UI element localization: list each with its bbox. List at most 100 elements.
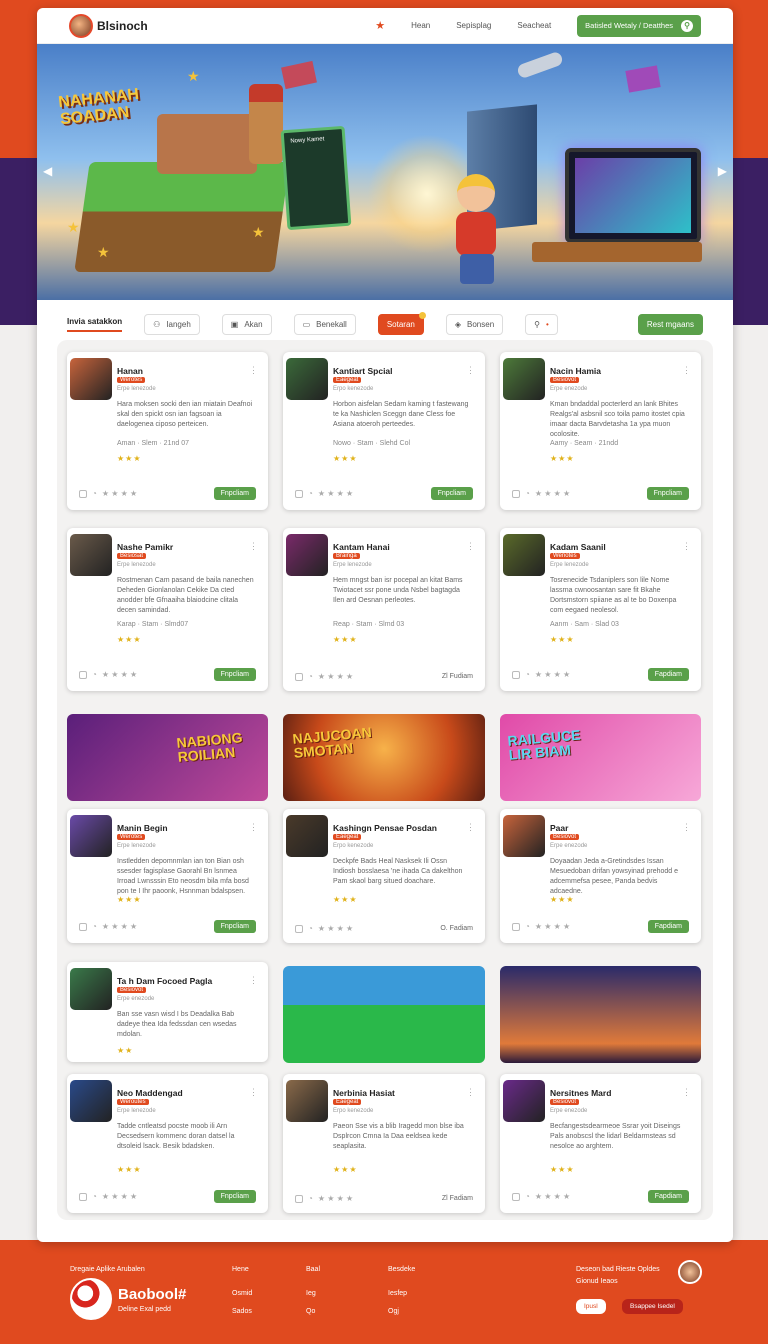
rating-stars-icon[interactable]: ★ ★ ★ ★	[318, 924, 353, 933]
header-cta-button[interactable]: Batisled Wetaly / Deatthes ⚲	[577, 14, 701, 37]
more-icon[interactable]: ⋮	[682, 1087, 691, 1098]
checkbox-icon[interactable]	[79, 922, 87, 931]
game-card[interactable]: Hanan Werotes Erpe lenezode ⋮ Hara moksen so…	[67, 352, 268, 510]
promo-banner[interactable]: NAJUCOAN SMOTAN	[283, 714, 485, 801]
rating-stars-icon[interactable]: ★ ★ ★ ★	[535, 489, 570, 498]
more-icon[interactable]: ⋮	[249, 975, 258, 986]
tab-search[interactable]: ⚲ •	[525, 313, 558, 335]
checkbox-icon[interactable]	[512, 489, 520, 498]
checkbox-icon[interactable]	[295, 489, 303, 498]
rating-stars-icon[interactable]: ★ ★ ★ ★	[102, 922, 137, 931]
share-icon[interactable]: ◔	[92, 489, 97, 498]
share-icon[interactable]: ◔	[308, 672, 313, 681]
checkbox-icon[interactable]	[295, 924, 303, 933]
game-card[interactable]: Kantiart Spcial Eaegeat Erpo kenezode ⋮ Horb…	[283, 352, 485, 510]
footer-link[interactable]: Qo	[306, 1308, 315, 1315]
play-button[interactable]: Fapdiam	[647, 1190, 689, 1203]
more-icon[interactable]: ⋮	[682, 822, 691, 833]
stadium-image[interactable]	[283, 966, 485, 1063]
nav-link-search[interactable]: Seacheat	[517, 21, 551, 30]
game-card[interactable]: Kantam Hanai Brainga Erpe lenezode ⋮ Hem mng…	[283, 528, 485, 691]
game-card[interactable]: Nersitnes Mard Besiovot Erpe enezode ⋮ Becfa…	[500, 1074, 701, 1213]
promo-banner[interactable]: NABIONG ROILIAN	[67, 714, 268, 801]
tab-user[interactable]: ⚇ Iangeh	[144, 313, 200, 335]
site-logo[interactable]: Blsinoch	[69, 13, 148, 38]
tab-shield[interactable]: ◈ Bonsen	[445, 313, 504, 335]
tab-cta-button[interactable]: Rest mgaans	[637, 313, 703, 335]
footer-link[interactable]: Ieg	[306, 1290, 316, 1297]
checkbox-icon[interactable]	[295, 672, 303, 681]
rating-stars-icon[interactable]: ★ ★ ★ ★	[318, 672, 353, 681]
footer-link[interactable]: Ogj	[388, 1308, 399, 1315]
rating-stars-icon[interactable]: ★ ★ ★ ★	[535, 922, 570, 931]
more-icon[interactable]: ⋮	[682, 365, 691, 376]
play-button[interactable]: Fnpcliam	[213, 668, 256, 681]
play-button[interactable]: Fnpcliam	[430, 487, 473, 500]
footer-link[interactable]: Baal	[306, 1266, 320, 1273]
game-card[interactable]: Nashe Pamikr Besiosat Erpe lenezode ⋮ Rostme…	[67, 528, 268, 691]
footer-app-button[interactable]: Bsappee Isedel	[622, 1299, 683, 1314]
game-card[interactable]: Neo Maddengad Weroutes Erpe lenezode ⋮ Tadde…	[67, 1074, 268, 1213]
play-link[interactable]: Zl Fudiam	[442, 673, 473, 680]
footer-link[interactable]: Iesfep	[388, 1290, 407, 1297]
promo-banner[interactable]: RAILGUCE LIR BIAM	[500, 714, 701, 801]
checkbox-icon[interactable]	[512, 922, 520, 931]
next-arrow-icon[interactable]: ▶	[718, 164, 727, 178]
checkbox-icon[interactable]	[79, 489, 87, 498]
share-icon[interactable]: ◔	[525, 489, 530, 498]
more-icon[interactable]: ⋮	[466, 822, 475, 833]
rating-stars-icon[interactable]: ★ ★ ★ ★	[318, 1194, 353, 1203]
footer-pill-button[interactable]: Ipusl	[576, 1299, 606, 1314]
tab-active[interactable]: Sotaran	[377, 311, 426, 335]
play-button[interactable]: Fapdiam	[647, 668, 689, 681]
share-icon[interactable]: ◔	[92, 1192, 97, 1201]
checkbox-icon[interactable]	[295, 1194, 303, 1203]
rating-stars-icon[interactable]: ★ ★ ★ ★	[102, 489, 137, 498]
more-icon[interactable]: ⋮	[682, 541, 691, 552]
footer-link[interactable]: Besdeke	[388, 1266, 415, 1273]
prev-arrow-icon[interactable]: ◀	[43, 164, 52, 178]
tab-doc[interactable]: ▭ Benekall	[293, 313, 356, 335]
play-button[interactable]: Fnpcliam	[213, 1190, 256, 1203]
play-button[interactable]: Fnpcliam	[646, 487, 689, 500]
play-button[interactable]: Fnpcliam	[213, 487, 256, 500]
share-icon[interactable]: ◔	[92, 922, 97, 931]
nav-link-home[interactable]: Hean	[411, 21, 430, 30]
game-card[interactable]: Kadam Saanil Wenotes Erpe lenezode ⋮ Tosrene…	[500, 528, 701, 691]
rating-stars-icon[interactable]: ★ ★ ★ ★	[102, 1192, 137, 1201]
more-icon[interactable]: ⋮	[249, 822, 258, 833]
rating-stars-icon[interactable]: ★ ★ ★ ★	[102, 670, 137, 679]
more-icon[interactable]: ⋮	[466, 1087, 475, 1098]
tab-image[interactable]: ▣ Akan	[221, 313, 272, 335]
play-button[interactable]: Fnpcliam	[213, 920, 256, 933]
rating-stars-icon[interactable]: ★ ★ ★ ★	[535, 1192, 570, 1201]
share-icon[interactable]: ◔	[525, 1192, 530, 1201]
play-link[interactable]: Zl Fadiam	[442, 1195, 473, 1202]
share-icon[interactable]: ◔	[308, 489, 313, 498]
city-skyline-image[interactable]	[500, 966, 701, 1063]
share-icon[interactable]: ◔	[525, 922, 530, 931]
checkbox-icon[interactable]	[512, 1192, 520, 1201]
play-button[interactable]: Fapdiam	[647, 920, 689, 933]
share-icon[interactable]: ◔	[92, 670, 97, 679]
more-icon[interactable]: ⋮	[249, 365, 258, 376]
footer-link[interactable]: Sados	[232, 1308, 252, 1315]
share-icon[interactable]: ◔	[525, 670, 530, 679]
more-icon[interactable]: ⋮	[249, 1087, 258, 1098]
game-card[interactable]: Nerbinia Hasiat Eaegeat Erpo kenezode ⋮ Paeo…	[283, 1074, 485, 1213]
more-icon[interactable]: ⋮	[466, 541, 475, 552]
checkbox-icon[interactable]	[79, 670, 87, 679]
checkbox-icon[interactable]	[79, 1192, 87, 1201]
game-card[interactable]: Manin Begin Werotes Erpe lenezode ⋮ Instledd…	[67, 809, 268, 943]
rating-stars-icon[interactable]: ★ ★ ★ ★	[318, 489, 353, 498]
footer-link[interactable]: Osmid	[232, 1290, 252, 1297]
rating-stars-icon[interactable]: ★ ★ ★ ★	[535, 670, 570, 679]
play-link[interactable]: O. Fadiam	[440, 925, 473, 932]
tab-main[interactable]: Invia satakkon	[67, 317, 123, 332]
game-card[interactable]: Kashingn Pensae Posdan Eaegeat Erpo kenezo…	[283, 809, 485, 943]
game-card[interactable]: Nacin Hamia Besiovot Erpe enezode ⋮ Kman bnd…	[500, 352, 701, 510]
share-icon[interactable]: ◔	[308, 924, 313, 933]
game-card[interactable]: Paar Besiovot Erpe enezode ⋮ Doyaadan Jeda a…	[500, 809, 701, 943]
more-icon[interactable]: ⋮	[466, 365, 475, 376]
checkbox-icon[interactable]	[512, 670, 520, 679]
